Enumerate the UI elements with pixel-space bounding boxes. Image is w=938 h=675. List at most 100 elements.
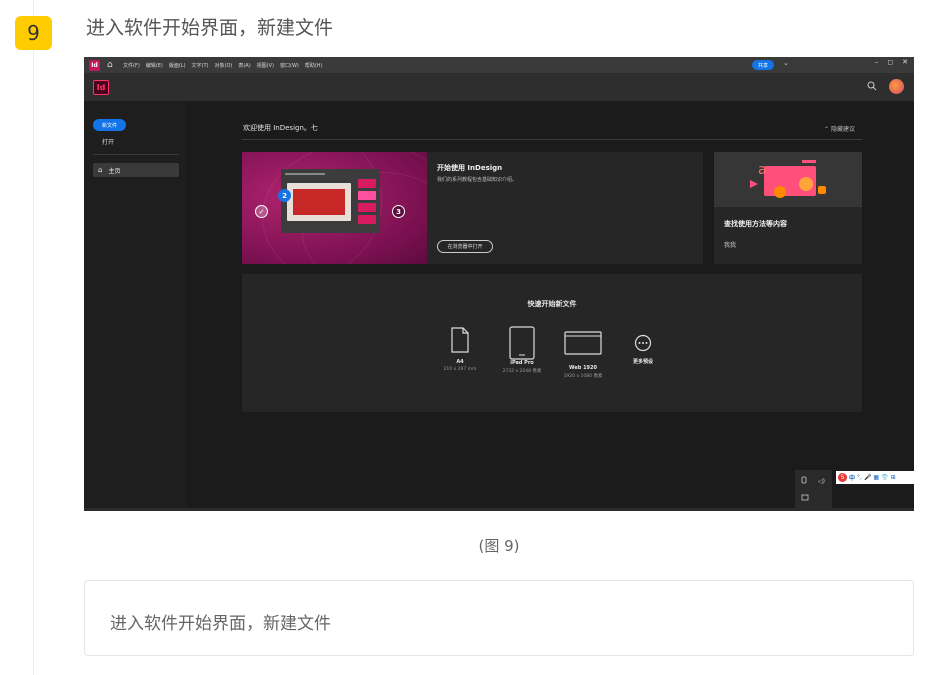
menu-item-object[interactable]: 对象(O) <box>215 62 233 69</box>
mock-panel-row <box>358 203 376 212</box>
quick-start-title: 快速开始新文件 <box>527 300 577 308</box>
getting-started-subtitle: 我们的系列教程包含基础知识介绍。 <box>437 177 518 183</box>
chevron-up-icon: ⌃ <box>824 126 830 133</box>
usb-icon[interactable] <box>801 476 807 484</box>
menu-item-type[interactable]: 文字(T) <box>192 62 209 69</box>
ime-mode-chinese[interactable]: 中 <box>849 473 855 482</box>
quick-start-panel: 快速开始新文件 A4 210 x 297 mm iPad Pro 2732 x … <box>242 274 862 412</box>
ime-punctuation-icon[interactable]: °, <box>857 474 862 481</box>
sidebar-item-home[interactable]: ⌂ 主页 <box>93 163 179 177</box>
close-button[interactable]: ✕ <box>902 58 908 66</box>
menu-bar: Id ⌂ 文件(F) 编辑(E) 版面(L) 文字(T) 对象(O) 表(A) … <box>84 57 914 73</box>
indesign-logo: Id <box>93 80 109 95</box>
play-icon <box>750 180 758 188</box>
search-icon[interactable] <box>867 81 877 91</box>
mock-panel-row <box>358 191 376 200</box>
mock-document <box>287 183 351 221</box>
art-dot <box>774 186 786 198</box>
art-square <box>818 186 826 194</box>
sidebar-divider <box>93 154 179 155</box>
display-icon[interactable] <box>801 494 809 501</box>
keyboard-icon[interactable]: ▦ <box>873 474 879 481</box>
new-file-button[interactable]: 新文件 <box>93 119 126 131</box>
mock-panel-row <box>358 179 376 188</box>
sogou-logo-icon[interactable]: S <box>838 473 847 482</box>
window-controls: – ◻ ✕ <box>866 58 908 66</box>
preset-size: 1920 x 1080 像素 <box>563 374 603 379</box>
welcome-title: 欢迎使用 InDesign。七 <box>243 124 318 132</box>
note-text: 进入软件开始界面，新建文件 <box>110 614 331 634</box>
preset-ipad-pro[interactable]: iPad Pro 2732 x 2048 像素 <box>487 326 557 374</box>
mock-toolbar <box>285 173 325 175</box>
preset-name: iPad Pro <box>510 360 534 366</box>
menu-item-help[interactable]: 帮助(H) <box>305 62 323 69</box>
indesign-screenshot: Id ⌂ 文件(F) 编辑(E) 版面(L) 文字(T) 对象(O) 表(A) … <box>84 57 914 511</box>
preset-size: 210 x 297 mm <box>443 367 477 372</box>
getting-started-title: 开始使用 InDesign <box>437 164 503 172</box>
figure-caption: (图 9) <box>478 537 520 555</box>
menu-item-window[interactable]: 窗口(W) <box>280 62 299 69</box>
microphone-icon[interactable]: 🎤 <box>864 474 871 481</box>
more-icon <box>634 334 652 352</box>
header-divider <box>242 139 862 140</box>
howto-art: a <box>750 160 826 198</box>
tablet-icon <box>509 326 535 360</box>
sidebar-item-label: 主页 <box>108 167 121 175</box>
sidebar: 新文件 打开 ⌂ 主页 <box>84 101 187 511</box>
menu-items: 文件(F) 编辑(E) 版面(L) 文字(T) 对象(O) 表(A) 视图(V)… <box>123 62 329 69</box>
menu-item-edit[interactable]: 编辑(E) <box>146 62 163 69</box>
step-title: 进入软件开始界面，新建文件 <box>86 17 334 39</box>
note-box: 进入软件开始界面，新建文件 <box>84 580 914 656</box>
volume-icon[interactable]: ◁) <box>818 478 825 485</box>
share-button[interactable]: 共享 <box>752 60 774 70</box>
preset-name: Web 1920 <box>569 365 597 371</box>
hide-suggestions-button[interactable]: ⌃ 隐藏建议 <box>824 124 855 133</box>
mock-panel <box>358 179 376 229</box>
menu-item-file[interactable]: 文件(F) <box>123 62 140 69</box>
avatar[interactable] <box>889 79 904 94</box>
tutorial-illustration: ✓ 2 3 <box>242 152 427 264</box>
step-number-badge: 9 <box>15 16 52 50</box>
document-icon <box>451 327 469 353</box>
check-icon: ✓ <box>255 205 268 218</box>
find-howto-card[interactable]: a 查找使用方法等内容 我我 <box>714 152 862 264</box>
open-button[interactable]: 打开 <box>102 137 114 146</box>
app-bar: Id <box>84 73 914 101</box>
menu-item-view[interactable]: 视图(V) <box>257 62 274 69</box>
taskbar-edge <box>84 508 914 511</box>
open-in-browser-button[interactable]: 在浏览器中打开 <box>437 240 493 253</box>
skin-icon[interactable]: 👕 <box>881 474 888 481</box>
toolbox-icon[interactable]: ⊞ <box>891 474 896 481</box>
ime-toolbar: S 中 °, 🎤 ▦ 👕 ⊞ <box>836 471 914 484</box>
timeline-line <box>33 0 34 675</box>
chevron-down-icon[interactable]: ⌄ <box>783 59 789 67</box>
tutorial-page: 9 进入软件开始界面，新建文件 Id ⌂ 文件(F) 编辑(E) 版面(L) 文… <box>0 0 938 675</box>
home-icon: ⌂ <box>98 166 103 174</box>
step-2-marker: 2 <box>278 189 291 202</box>
preset-more[interactable]: 更多预设 <box>608 326 678 365</box>
tray-icon-set: ◁) <box>801 476 825 501</box>
art-circle <box>799 177 813 191</box>
howto-illustration: a <box>714 152 862 207</box>
preset-a4[interactable]: A4 210 x 297 mm <box>425 326 495 372</box>
art-bar <box>802 160 816 163</box>
mock-page <box>293 189 345 215</box>
mock-app-window <box>281 169 380 233</box>
menu-item-table[interactable]: 表(A) <box>238 62 250 69</box>
tray-icons: ◁) <box>795 470 832 511</box>
restore-button[interactable]: ◻ <box>887 58 893 66</box>
web-icon <box>564 331 602 355</box>
step-3-marker: 3 <box>392 205 405 218</box>
preset-name: A4 <box>456 359 464 365</box>
hide-suggestions-label: 隐藏建议 <box>830 126 855 133</box>
indesign-mini-icon: Id <box>89 59 100 71</box>
preset-name: 更多预设 <box>632 359 653 365</box>
minimize-button[interactable]: – <box>875 58 879 66</box>
menu-item-layout[interactable]: 版面(L) <box>169 62 186 69</box>
find-howto-subtitle: 我我 <box>724 242 737 249</box>
mock-panel-row <box>358 215 376 224</box>
find-howto-title: 查找使用方法等内容 <box>724 220 787 228</box>
getting-started-card[interactable]: ✓ 2 3 开始使用 InDesign 我们的系列教程包含基础知识介绍。 在浏览… <box>242 152 703 264</box>
art-letter: a <box>758 162 767 178</box>
home-icon[interactable]: ⌂ <box>107 61 115 70</box>
